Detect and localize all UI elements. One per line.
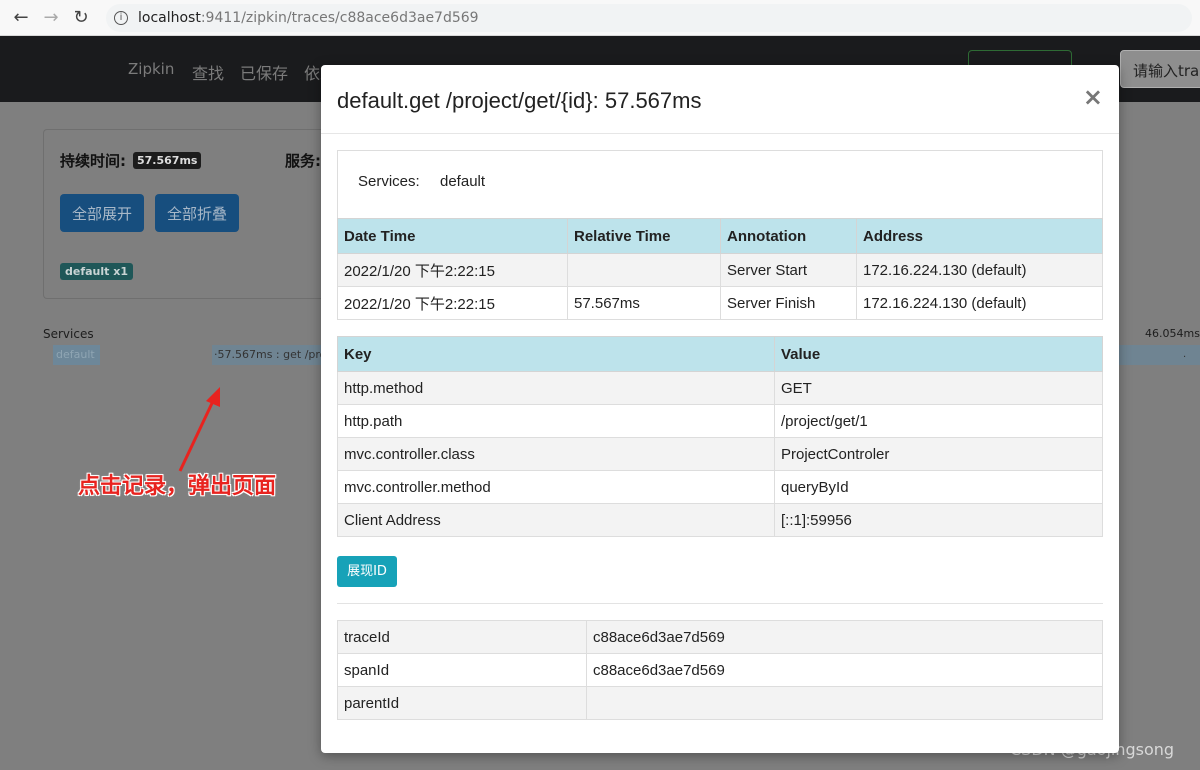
annotation-text: 点击记录，弹出页面 [78,474,277,499]
back-arrow-icon[interactable]: ← [6,3,36,33]
table-row: Client Address [::1]:59956 [337,503,1103,537]
cell-relative-time [567,253,721,287]
tags-table: Key Value http.method GET http.path /pro… [337,336,1103,537]
column-header-date-time: Date Time [337,218,568,254]
span-track[interactable] [1118,345,1200,365]
cell-relative-time: 57.567ms [567,286,721,320]
services-label: 服务: [285,152,321,170]
reload-icon[interactable]: ↻ [66,3,96,33]
table-row: traceId c88ace6d3ae7d569 [337,620,1103,654]
span-row[interactable]: ·57.567ms : get /project/get/{id} [212,345,322,365]
duration-badge: 57.567ms [133,152,202,169]
span-marker: · [1183,352,1187,363]
column-header-annotation: Annotation [720,218,857,254]
cell-date-time: 2022/1/20 下午2:22:15 [337,253,568,287]
address-bar[interactable]: i localhost:9411/zipkin/traces/c88ace6d3… [106,3,1192,32]
cell-key: mvc.controller.class [337,437,775,471]
cell-value: [::1]:59956 [774,503,1103,537]
expand-all-button[interactable]: 全部展开 [60,194,145,232]
span-detail-modal: default.get /project/get/{id}: 57.567ms … [321,65,1119,753]
services-value: default [440,173,486,190]
services-key: Services: [358,173,420,190]
table-row: spanId c88ace6d3ae7d569 [337,653,1103,687]
table-row: http.method GET [337,371,1103,405]
cell-key: http.path [337,404,775,438]
cell-key: parentId [337,686,587,720]
cell-annotation: Server Finish [720,286,857,320]
table-row: mvc.controller.class ProjectControler [337,437,1103,471]
close-icon[interactable]: × [1083,83,1103,111]
modal-header: default.get /project/get/{id}: 57.567ms … [321,65,1119,134]
service-badge[interactable]: default x1 [60,263,133,280]
services-box: Services: default [337,150,1103,218]
cell-value: /project/get/1 [774,404,1103,438]
cell-value: GET [774,371,1103,405]
cell-key: Client Address [337,503,775,537]
span-service-name[interactable]: default [53,345,100,365]
ids-table: traceId c88ace6d3ae7d569 spanId c88ace6d… [337,620,1103,720]
browser-toolbar: ← → ↻ i localhost:9411/zipkin/traces/c88… [0,0,1200,36]
trace-id-input[interactable]: 请输入tra [1120,50,1200,88]
url-host: localhost [138,9,201,26]
cell-annotation: Server Start [720,253,857,287]
cell-value: c88ace6d3ae7d569 [586,620,1103,654]
info-icon[interactable]: i [114,10,128,25]
divider [337,603,1103,604]
brand-logo[interactable]: Zipkin [128,60,174,78]
cell-value: ProjectControler [774,437,1103,471]
cell-address: 172.16.224.130 (default) [856,286,1103,320]
nav-link-saved[interactable]: 已保存 [240,60,288,84]
cell-address: 172.16.224.130 (default) [856,253,1103,287]
annotation-arrow-icon [178,387,220,472]
timeline-services-label: Services [43,327,94,341]
annotations-table: Date Time Relative Time Annotation Addre… [337,218,1103,320]
duration-label: 持续时间: [60,152,126,170]
modal-title: default.get /project/get/{id}: 57.567ms [337,88,702,113]
collapse-all-button[interactable]: 全部折叠 [155,194,240,232]
cell-key: spanId [337,653,587,687]
cell-key: http.method [337,371,775,405]
table-row: 2022/1/20 下午2:22:15 Server Start 172.16.… [337,253,1103,287]
cell-key: mvc.controller.method [337,470,775,504]
table-row: 2022/1/20 下午2:22:15 57.567ms Server Fini… [337,286,1103,320]
column-header-key: Key [337,336,775,372]
table-row: mvc.controller.method queryById [337,470,1103,504]
timeline-time-label: 46.054ms [1145,327,1200,340]
nav-link-find[interactable]: 查找 [192,60,224,84]
cell-value: c88ace6d3ae7d569 [586,653,1103,687]
show-ids-button[interactable]: 展现ID [337,556,397,587]
url-path: :9411/zipkin/traces/c88ace6d3ae7d569 [200,9,479,26]
table-row: parentId [337,686,1103,720]
cell-value [586,686,1103,720]
cell-date-time: 2022/1/20 下午2:22:15 [337,286,568,320]
cell-key: traceId [337,620,587,654]
table-row: http.path /project/get/1 [337,404,1103,438]
column-header-value: Value [774,336,1103,372]
column-header-address: Address [856,218,1103,254]
cell-value: queryById [774,470,1103,504]
forward-arrow-icon[interactable]: → [36,3,66,33]
column-header-relative-time: Relative Time [567,218,721,254]
